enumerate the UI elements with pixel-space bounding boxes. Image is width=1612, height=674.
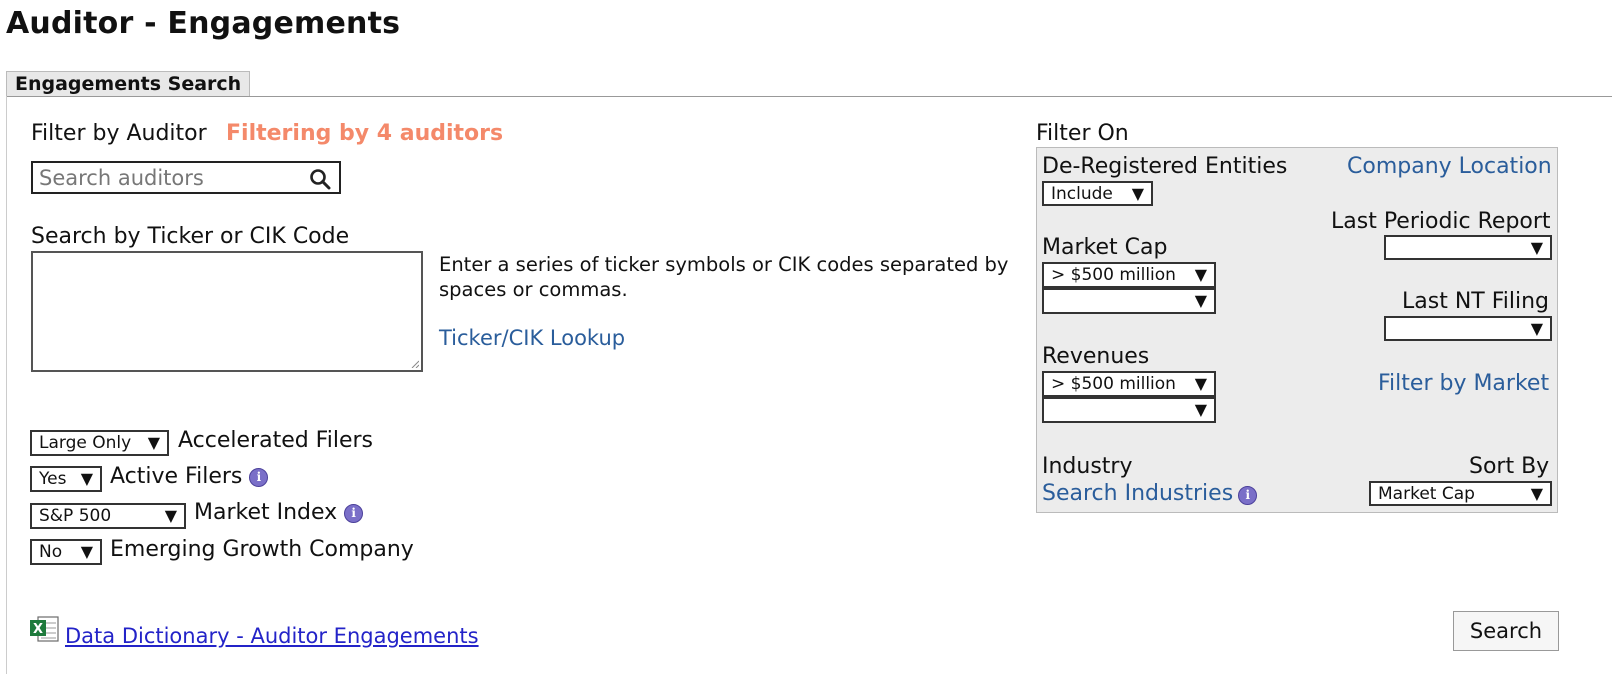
market-cap-value-1: > $500 million [1051,265,1176,285]
market-cap-select-2[interactable]: ▼ [1042,288,1216,314]
panel-border [6,96,7,674]
emerging-growth-label: Emerging Growth Company [110,537,414,562]
resize-grip-icon[interactable] [411,360,419,368]
last-periodic-report-label: Last Periodic Report [1331,209,1551,234]
auditor-filter-status: Filtering by 4 auditors [226,121,504,146]
deregistered-label: De-Registered Entities [1042,154,1288,179]
market-cap-select-1[interactable]: > $500 million ▼ [1042,262,1216,288]
active-filers-text: Active Filers [110,464,243,489]
emerging-growth-value: No [39,542,63,562]
info-icon[interactable]: i [249,467,269,487]
last-nt-filing-select[interactable]: ▼ [1384,316,1552,341]
tab-divider [6,96,1612,97]
chevron-down-icon: ▼ [80,469,93,488]
last-nt-filing-label: Last NT Filing [1402,289,1550,314]
search-industries-row: Search Industries i [1042,481,1258,506]
market-index-select[interactable]: S&P 500 ▼ [30,503,186,529]
ticker-help-text: Enter a series of ticker symbols or CIK … [439,253,1009,301]
active-filers-label: Active Filers i [110,464,269,489]
market-index-label: Market Index i [194,500,364,525]
chevron-down-icon: ▼ [164,506,177,525]
filter-on-title: Filter On [1036,121,1129,146]
deregistered-value: Include [1051,184,1113,204]
last-periodic-report-select[interactable]: ▼ [1384,235,1552,260]
excel-icon: X [30,616,59,642]
search-industries-link[interactable]: Search Industries [1042,481,1233,506]
filter-by-auditor-label: Filter by Auditor [31,121,207,146]
accelerated-filers-value: Large Only [39,433,132,453]
revenues-select-1[interactable]: > $500 million ▼ [1042,371,1216,397]
ticker-textarea[interactable] [31,251,423,372]
search-button[interactable]: Search [1453,611,1559,651]
ticker-cik-lookup-link[interactable]: Ticker/CIK Lookup [439,326,625,350]
accelerated-filers-label: Accelerated Filers [178,428,374,453]
info-icon[interactable]: i [1238,486,1258,505]
chevron-down-icon: ▼ [80,542,93,561]
revenues-label: Revenues [1042,344,1150,369]
svg-text:X: X [33,622,43,637]
chevron-down-icon: ▼ [1194,265,1207,284]
sort-by-select[interactable]: Market Cap ▼ [1369,481,1552,506]
market-index-text: Market Index [194,500,338,525]
chevron-down-icon: ▼ [1530,319,1543,338]
chevron-down-icon: ▼ [1530,484,1543,503]
active-filers-value: Yes [39,469,67,489]
filter-by-market-link[interactable]: Filter by Market [1378,371,1549,396]
chevron-down-icon: ▼ [1530,238,1543,257]
revenues-select-2[interactable]: ▼ [1042,397,1216,423]
deregistered-select[interactable]: Include ▼ [1042,181,1153,206]
ticker-search-label: Search by Ticker or CIK Code [31,224,350,249]
auditor-search-field[interactable] [31,161,341,194]
sort-by-value: Market Cap [1378,484,1475,504]
revenues-value-1: > $500 million [1051,374,1176,394]
company-location-link[interactable]: Company Location [1347,154,1552,179]
search-icon[interactable] [309,168,331,190]
info-icon[interactable]: i [344,503,364,523]
chevron-down-icon: ▼ [1194,291,1207,310]
data-dictionary-link[interactable]: Data Dictionary - Auditor Engagements [65,624,479,648]
sort-by-label: Sort By [1469,454,1550,479]
page-title: Auditor - Engagements [6,6,401,41]
auditor-search-input[interactable] [33,163,299,192]
chevron-down-icon: ▼ [147,433,160,452]
industry-label: Industry [1042,454,1133,479]
tab-engagements-search[interactable]: Engagements Search [6,71,251,96]
active-filers-select[interactable]: Yes ▼ [30,466,102,492]
chevron-down-icon: ▼ [1131,184,1144,203]
market-cap-label: Market Cap [1042,235,1168,260]
accelerated-filers-select[interactable]: Large Only ▼ [30,430,169,456]
chevron-down-icon: ▼ [1194,400,1207,419]
emerging-growth-select[interactable]: No ▼ [30,539,102,565]
market-index-value: S&P 500 [39,506,112,526]
chevron-down-icon: ▼ [1194,374,1207,393]
